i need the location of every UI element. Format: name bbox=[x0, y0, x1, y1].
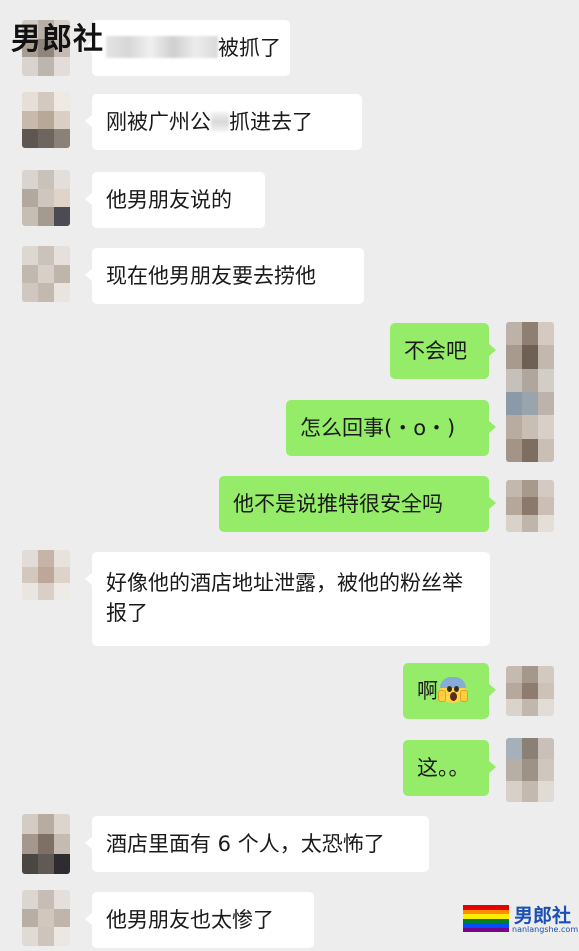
message-text: 啊 bbox=[417, 679, 438, 703]
message-bubble-incoming[interactable]: 现在他男朋友要去捞他 bbox=[85, 248, 364, 304]
message-text: 这。。 bbox=[417, 756, 470, 780]
contact-avatar[interactable] bbox=[22, 814, 70, 874]
message-text: 怎么回事(・o・) bbox=[300, 416, 456, 440]
redacted-name bbox=[106, 36, 218, 58]
message-text: 他男朋友也太惨了 bbox=[106, 908, 274, 932]
message-bubble-incoming[interactable]: 他男朋友说的 bbox=[85, 172, 265, 228]
rainbow-flag-icon bbox=[463, 905, 509, 932]
watermark-title: 男郎社 bbox=[11, 22, 104, 57]
message-bubble-outgoing[interactable]: 他不是说推特很安全吗 bbox=[219, 476, 496, 532]
redacted-char bbox=[211, 112, 229, 132]
message-text: 酒店里面有 6 个人，太恐怖了 bbox=[106, 832, 385, 856]
message-text: 好像他的酒店地址泄露，被他的粉丝举报了 bbox=[106, 571, 463, 625]
contact-avatar[interactable] bbox=[22, 170, 70, 226]
message-text: 被抓了 bbox=[218, 36, 281, 60]
message-bubble-incoming[interactable]: 好像他的酒店地址泄露，被他的粉丝举报了 bbox=[85, 552, 490, 646]
message-bubble-incoming[interactable]: 他男朋友也太惨了 bbox=[85, 892, 314, 948]
message-text-part: 刚被广州公 bbox=[106, 110, 211, 134]
message-bubble-incoming[interactable]: 刚被广州公 抓进去了 bbox=[85, 94, 362, 150]
chat-window: 被抓了 刚被广州公 抓进去了 他男朋友说的 现在他男朋友要去捞他 不会吧 怎么回… bbox=[0, 0, 579, 951]
site-logo: 男郎社 nanlangshe.com bbox=[463, 903, 578, 939]
scream-face-icon bbox=[438, 677, 468, 703]
my-avatar[interactable] bbox=[506, 738, 554, 802]
contact-avatar[interactable] bbox=[22, 246, 70, 302]
message-text: 他男朋友说的 bbox=[106, 188, 232, 212]
message-bubble-outgoing[interactable]: 不会吧 bbox=[390, 323, 496, 379]
contact-avatar[interactable] bbox=[22, 92, 70, 148]
message-text-part: 抓进去了 bbox=[229, 110, 313, 134]
message-bubble-outgoing[interactable]: 啊 bbox=[403, 663, 496, 719]
message-bubble-incoming[interactable]: 酒店里面有 6 个人，太恐怖了 bbox=[85, 816, 429, 872]
flag-stripe bbox=[463, 927, 509, 932]
my-avatar[interactable] bbox=[506, 480, 554, 532]
message-bubble-incoming[interactable]: 被抓了 bbox=[85, 20, 290, 76]
my-avatar[interactable] bbox=[506, 666, 554, 716]
message-text: 不会吧 bbox=[404, 339, 467, 363]
message-bubble-outgoing[interactable]: 这。。 bbox=[403, 740, 496, 796]
message-bubble-outgoing[interactable]: 怎么回事(・o・) bbox=[286, 400, 496, 456]
logo-url: nanlangshe.com bbox=[512, 925, 579, 934]
logo-text: 男郎社 bbox=[514, 905, 572, 927]
message-text: 他不是说推特很安全吗 bbox=[233, 492, 443, 516]
my-avatar[interactable] bbox=[506, 322, 554, 462]
contact-avatar[interactable] bbox=[22, 550, 70, 600]
message-text: 现在他男朋友要去捞他 bbox=[106, 264, 316, 288]
contact-avatar[interactable] bbox=[22, 890, 70, 946]
